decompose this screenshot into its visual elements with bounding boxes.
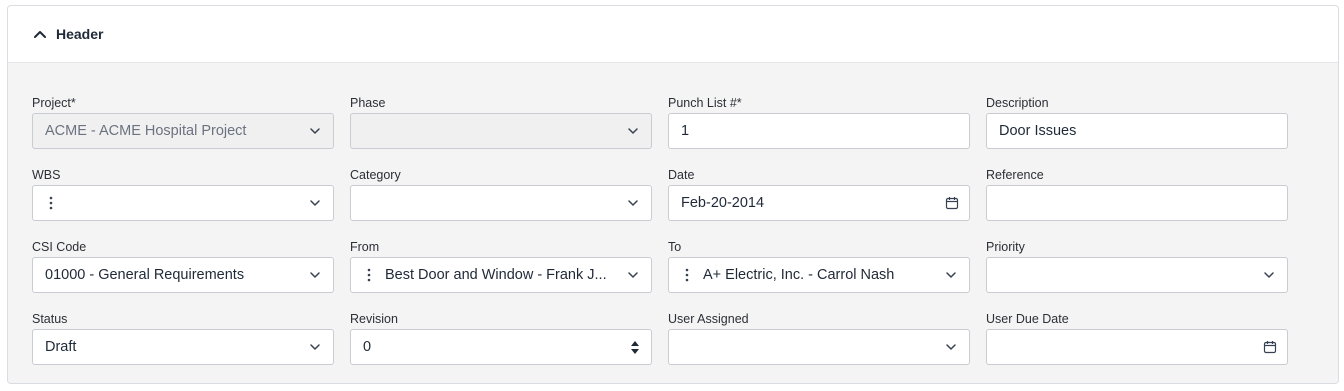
description-input[interactable] [999, 123, 1277, 139]
user-assigned-label: User Assigned [668, 312, 749, 326]
kebab-icon[interactable] [363, 268, 375, 282]
chevron-down-icon[interactable] [307, 195, 323, 211]
reference-label: Reference [986, 168, 1044, 182]
to-label: To [668, 240, 682, 254]
revision-input[interactable] [363, 339, 621, 355]
wbs-label: WBS [32, 168, 61, 182]
category-label: Category [350, 168, 401, 182]
panel-title: Header [56, 26, 104, 42]
phase-label: Phase [350, 96, 386, 110]
chevron-down-icon[interactable] [1261, 267, 1277, 283]
header-panel-toggle[interactable]: Header [8, 6, 1338, 63]
user-due-date-input[interactable] [999, 339, 1255, 355]
csi-code-label: CSI Code [32, 240, 87, 254]
category-select[interactable] [350, 185, 652, 221]
project-select: ACME - ACME Hospital Project [32, 113, 334, 149]
to-select[interactable]: A+ Electric, Inc. - Carrol Nash [668, 257, 970, 293]
punch-list-input[interactable] [681, 123, 959, 139]
from-select[interactable]: Best Door and Window - Frank J... [350, 257, 652, 293]
status-select[interactable]: Draft [32, 329, 334, 365]
punch-list-input-box[interactable] [668, 113, 970, 149]
wbs-select[interactable] [32, 185, 334, 221]
project-value: ACME - ACME Hospital Project [45, 123, 247, 139]
stepper-arrows-icon[interactable] [628, 340, 641, 355]
chevron-up-icon [34, 31, 46, 38]
user-assigned-select[interactable] [668, 329, 970, 365]
revision-label: Revision [350, 312, 398, 326]
user-due-date-label: User Due Date [986, 312, 1069, 326]
description-input-box[interactable] [986, 113, 1288, 149]
from-value: Best Door and Window - Frank J... [385, 267, 607, 283]
description-label: Description [986, 96, 1049, 110]
csi-code-value: 01000 - General Requirements [45, 267, 245, 283]
reference-input[interactable] [999, 195, 1277, 211]
user-due-date-input-box[interactable] [986, 329, 1288, 365]
chevron-down-icon[interactable] [943, 267, 959, 283]
chevron-down-icon [307, 123, 323, 139]
to-value: A+ Electric, Inc. - Carrol Nash [703, 267, 895, 283]
chevron-down-icon[interactable] [307, 267, 323, 283]
chevron-down-icon[interactable] [307, 339, 323, 355]
priority-select[interactable] [986, 257, 1288, 293]
stepper-down-icon[interactable] [630, 348, 640, 355]
reference-input-box[interactable] [986, 185, 1288, 221]
date-label: Date [668, 168, 695, 182]
revision-input-box[interactable] [350, 329, 652, 365]
chevron-down-icon[interactable] [625, 267, 641, 283]
phase-select [350, 113, 652, 149]
header-form: Project* ACME - ACME Hospital Project Ph… [8, 63, 1338, 383]
kebab-icon[interactable] [681, 268, 693, 282]
project-label: Project* [32, 96, 76, 110]
header-panel: Header Project* ACME - ACME Hospital Pro… [7, 5, 1339, 384]
chevron-down-icon[interactable] [625, 195, 641, 211]
status-value: Draft [45, 339, 77, 355]
date-input[interactable] [681, 195, 937, 211]
punch-list-label: Punch List #* [668, 96, 742, 110]
calendar-icon[interactable] [944, 195, 959, 211]
date-input-box[interactable] [668, 185, 970, 221]
chevron-down-icon [625, 123, 641, 139]
kebab-icon[interactable] [45, 196, 57, 210]
stepper-up-icon[interactable] [630, 340, 640, 346]
priority-label: Priority [986, 240, 1025, 254]
csi-code-select[interactable]: 01000 - General Requirements [32, 257, 334, 293]
from-label: From [350, 240, 380, 254]
calendar-icon[interactable] [1262, 339, 1277, 355]
chevron-down-icon[interactable] [943, 339, 959, 355]
status-label: Status [32, 312, 68, 326]
